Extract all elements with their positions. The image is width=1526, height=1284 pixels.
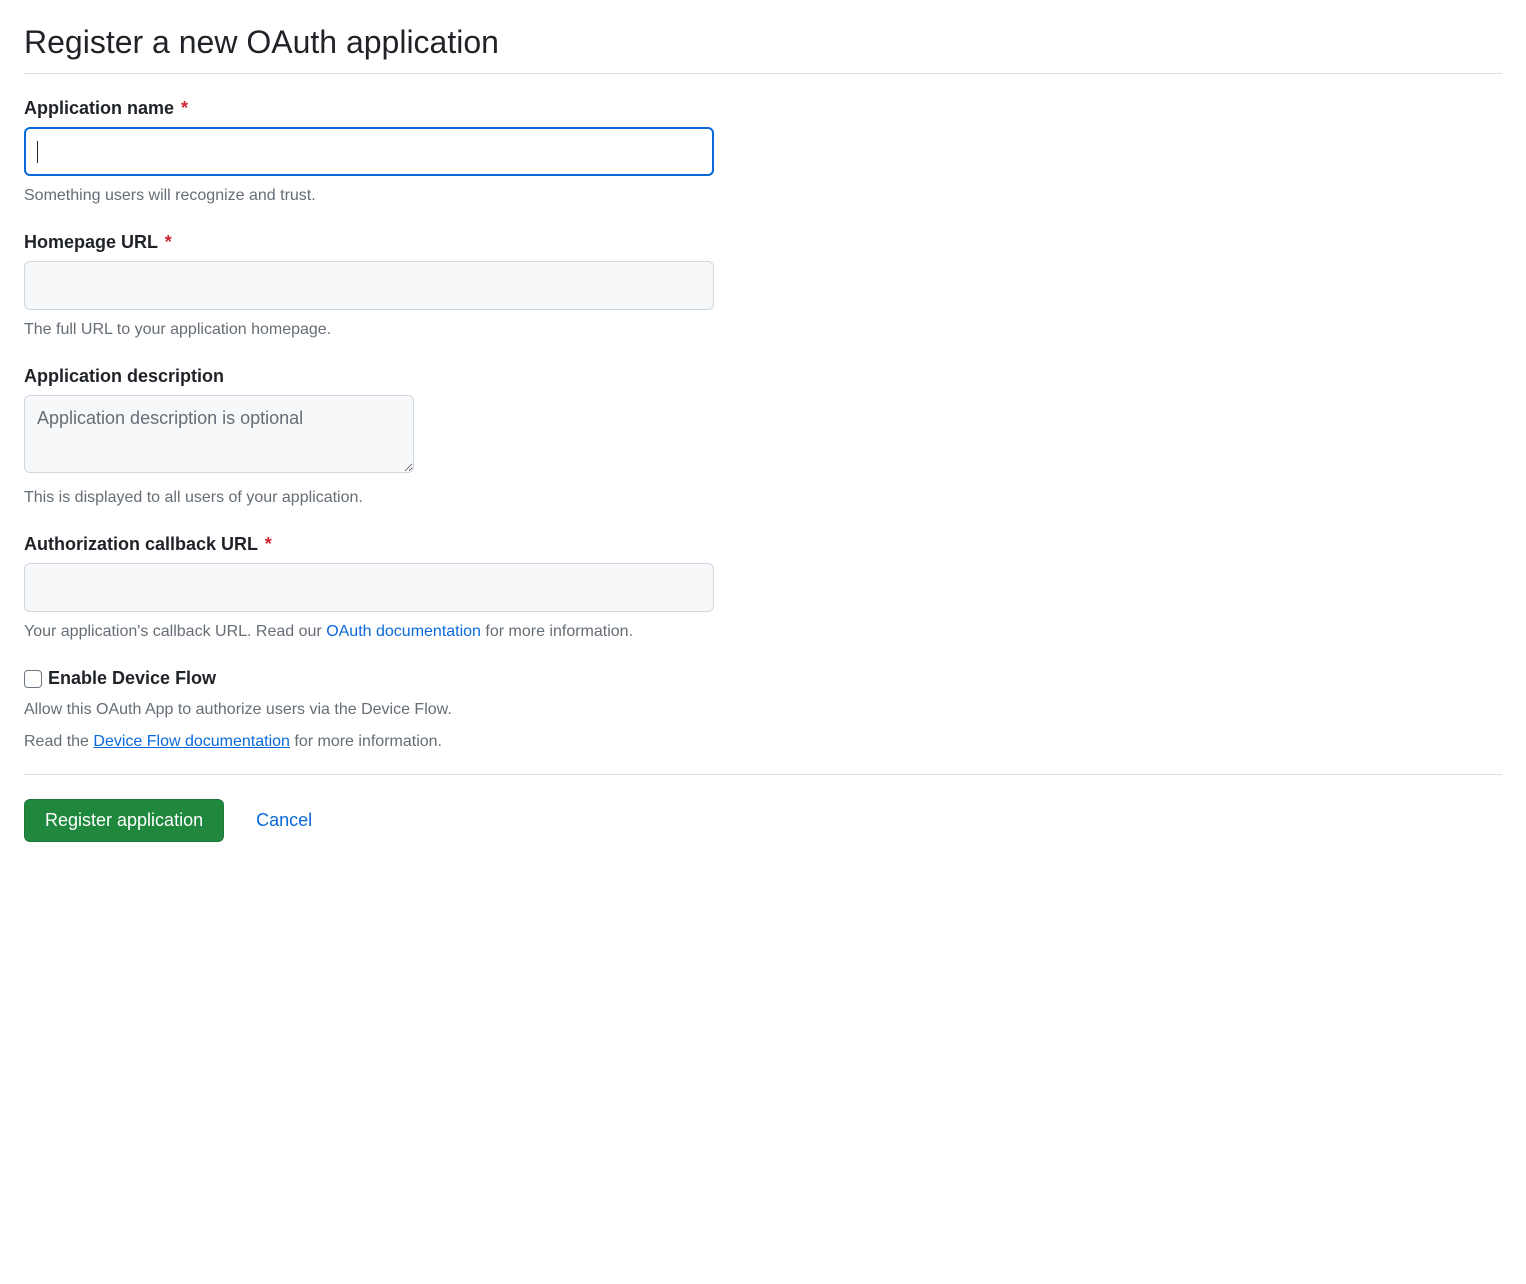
app-name-label-text: Application name: [24, 98, 174, 118]
device-flow-docs-link[interactable]: Device Flow documentation: [93, 733, 290, 750]
homepage-url-label-text: Homepage URL: [24, 232, 158, 252]
required-marker: *: [165, 232, 172, 252]
callback-url-hint: Your application's callback URL. Read ou…: [24, 620, 1502, 644]
homepage-url-label: Homepage URL *: [24, 232, 1502, 253]
callback-url-label: Authorization callback URL *: [24, 534, 1502, 555]
field-group-app-name: Application name * Something users will …: [24, 98, 1502, 208]
required-marker: *: [265, 534, 272, 554]
form-actions: Register application Cancel: [24, 799, 1502, 842]
cancel-button[interactable]: Cancel: [256, 810, 312, 831]
app-name-label: Application name *: [24, 98, 1502, 119]
description-hint: This is displayed to all users of your a…: [24, 486, 1502, 510]
field-group-homepage-url: Homepage URL * The full URL to your appl…: [24, 232, 1502, 342]
callback-hint-post: for more information.: [481, 623, 633, 640]
description-textarea[interactable]: [24, 395, 414, 473]
field-group-device-flow: Enable Device Flow Allow this OAuth App …: [24, 668, 1502, 754]
required-marker: *: [181, 98, 188, 118]
app-name-hint: Something users will recognize and trust…: [24, 184, 1502, 208]
callback-url-input[interactable]: [24, 563, 714, 612]
device-flow-label[interactable]: Enable Device Flow: [48, 668, 216, 689]
device-flow-hint2-post: for more information.: [290, 733, 442, 750]
text-cursor-icon: [37, 141, 38, 163]
oauth-docs-link[interactable]: OAuth documentation: [326, 623, 481, 640]
device-flow-hint-2: Read the Device Flow documentation for m…: [24, 729, 1502, 755]
page-title: Register a new OAuth application: [24, 24, 1502, 74]
homepage-url-hint: The full URL to your application homepag…: [24, 318, 1502, 342]
divider: [24, 774, 1502, 775]
app-name-input[interactable]: [24, 127, 714, 176]
callback-hint-pre: Your application's callback URL. Read ou…: [24, 623, 326, 640]
field-group-callback-url: Authorization callback URL * Your applic…: [24, 534, 1502, 644]
device-flow-hint-1: Allow this OAuth App to authorize users …: [24, 697, 1502, 723]
field-group-description: Application description This is displaye…: [24, 366, 1502, 510]
callback-url-label-text: Authorization callback URL: [24, 534, 258, 554]
device-flow-hint2-pre: Read the: [24, 733, 93, 750]
device-flow-checkbox[interactable]: [24, 670, 42, 688]
homepage-url-input[interactable]: [24, 261, 714, 310]
description-label: Application description: [24, 366, 1502, 387]
register-button[interactable]: Register application: [24, 799, 224, 842]
